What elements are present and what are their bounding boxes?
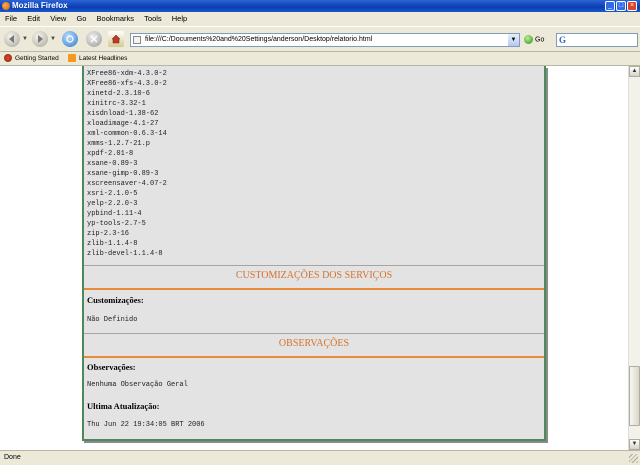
resize-grip-icon[interactable]	[629, 454, 638, 463]
home-button[interactable]	[108, 31, 124, 47]
menu-tools[interactable]: Tools	[144, 14, 162, 23]
forward-button[interactable]	[32, 31, 48, 47]
package-list: XFree86-xdm-4.3.0-2 XFree86-xfs-4.3.0-2 …	[87, 69, 167, 259]
go-label: Go	[535, 36, 545, 44]
back-button[interactable]	[4, 31, 20, 47]
list-item: xisdnload-1.38-62	[87, 110, 159, 118]
page-content: XFree86-xdm-4.3.0-2 XFree86-xfs-4.3.0-2 …	[0, 66, 628, 450]
list-item: zlib-devel-1.1.4-8	[87, 250, 163, 258]
menu-edit[interactable]: Edit	[27, 14, 40, 23]
list-item: yp-tools-2.7-5	[87, 220, 146, 228]
menu-view[interactable]: View	[50, 14, 66, 23]
notes-label: Observações:	[87, 362, 136, 372]
window-title: Mozilla Firefox	[12, 1, 68, 10]
go-button[interactable]: Go	[524, 35, 544, 45]
scroll-down-icon[interactable]: ▼	[629, 439, 640, 450]
bookmark-label: Latest Headlines	[79, 55, 128, 62]
bookmarks-toolbar: Getting Started Latest Headlines	[0, 52, 640, 66]
vertical-scrollbar[interactable]: ▲ ▼	[628, 66, 640, 450]
status-text: Done	[4, 454, 21, 461]
list-item: yelp-2.2.0-3	[87, 200, 138, 208]
rss-feed-icon	[68, 54, 76, 63]
list-item: xinetd-2.3.10-6	[87, 90, 151, 98]
minimize-button[interactable]: _	[605, 1, 615, 11]
home-icon	[111, 34, 121, 44]
reload-button[interactable]	[62, 31, 78, 47]
close-button[interactable]: ×	[627, 1, 637, 11]
back-dropdown-icon[interactable]: ▼	[22, 36, 28, 42]
list-item: zlib-1.1.4-8	[87, 240, 138, 248]
firefox-icon	[2, 2, 10, 10]
bookmark-getting-started[interactable]: Getting Started	[4, 52, 59, 66]
list-item: xml-common-0.6.3-14	[87, 130, 167, 138]
address-text: file:///C:/Documents%20and%20Settings/an…	[145, 36, 373, 43]
menu-help[interactable]: Help	[172, 14, 187, 23]
status-bar: Done	[0, 450, 640, 465]
scroll-up-icon[interactable]: ▲	[629, 66, 640, 77]
reload-icon	[66, 35, 74, 43]
section-header-notes: OBSERVAÇÕES	[84, 333, 544, 358]
navigation-toolbar: ▼ ▼ file:///C:/Documents%20and%20Setting…	[0, 26, 640, 52]
list-item: XFree86-xfs-4.3.0-2	[87, 80, 167, 88]
scrollbar-thumb[interactable]	[629, 366, 640, 426]
address-bar[interactable]: file:///C:/Documents%20and%20Settings/an…	[130, 33, 520, 47]
title-bar: Mozilla Firefox _ □ ×	[0, 0, 640, 12]
menu-go[interactable]: Go	[76, 14, 86, 23]
stop-button[interactable]	[86, 31, 102, 47]
list-item: xsane-0.89-3	[87, 160, 138, 168]
notes-value: Nenhuma Observação Geral	[87, 381, 188, 389]
bookmark-icon	[4, 54, 12, 63]
stop-icon	[90, 35, 98, 43]
menu-file[interactable]: File	[5, 14, 17, 23]
list-item: xloadimage-4.1-27	[87, 120, 159, 128]
forward-dropdown-icon[interactable]: ▼	[50, 36, 56, 42]
list-item: xmms-1.2.7-21.p	[87, 140, 151, 148]
google-search-icon[interactable]: G	[559, 35, 566, 45]
list-item: xsri-2.1.0-5	[87, 190, 138, 198]
bookmark-latest-headlines[interactable]: Latest Headlines	[68, 52, 127, 66]
menu-bar: File Edit View Go Bookmarks Tools Help	[0, 12, 640, 26]
search-input[interactable]: G	[556, 33, 638, 47]
last-update-label: Ultima Atualização:	[87, 401, 160, 411]
last-update-value: Thu Jun 22 19:34:05 BRT 2006	[87, 421, 205, 429]
list-item: xinitrc-3.32-1	[87, 100, 146, 108]
back-arrow-icon	[9, 35, 14, 43]
section-header-services: CUSTOMIZAÇÕES DOS SERVIÇOS	[84, 265, 544, 290]
go-icon	[524, 35, 533, 44]
report-panel: XFree86-xdm-4.3.0-2 XFree86-xfs-4.3.0-2 …	[82, 66, 546, 441]
list-item: zip-2.3-16	[87, 230, 130, 238]
page-icon	[133, 36, 141, 44]
address-dropdown-icon[interactable]: ▼	[508, 34, 519, 46]
list-item: xsane-gimp-0.89-3	[87, 170, 159, 178]
maximize-button[interactable]: □	[616, 1, 626, 11]
forward-arrow-icon	[38, 35, 43, 43]
list-item: XFree86-xdm-4.3.0-2	[87, 70, 167, 78]
list-item: xscreensaver-4.07-2	[87, 180, 167, 188]
list-item: xpdf-2.01-8	[87, 150, 134, 158]
bookmark-label: Getting Started	[15, 55, 59, 62]
customizations-value: Não Definido	[87, 316, 138, 324]
menu-bookmarks[interactable]: Bookmarks	[97, 14, 135, 23]
list-item: ypbind-1.11-4	[87, 210, 142, 218]
customizations-label: Customizações:	[87, 295, 144, 305]
